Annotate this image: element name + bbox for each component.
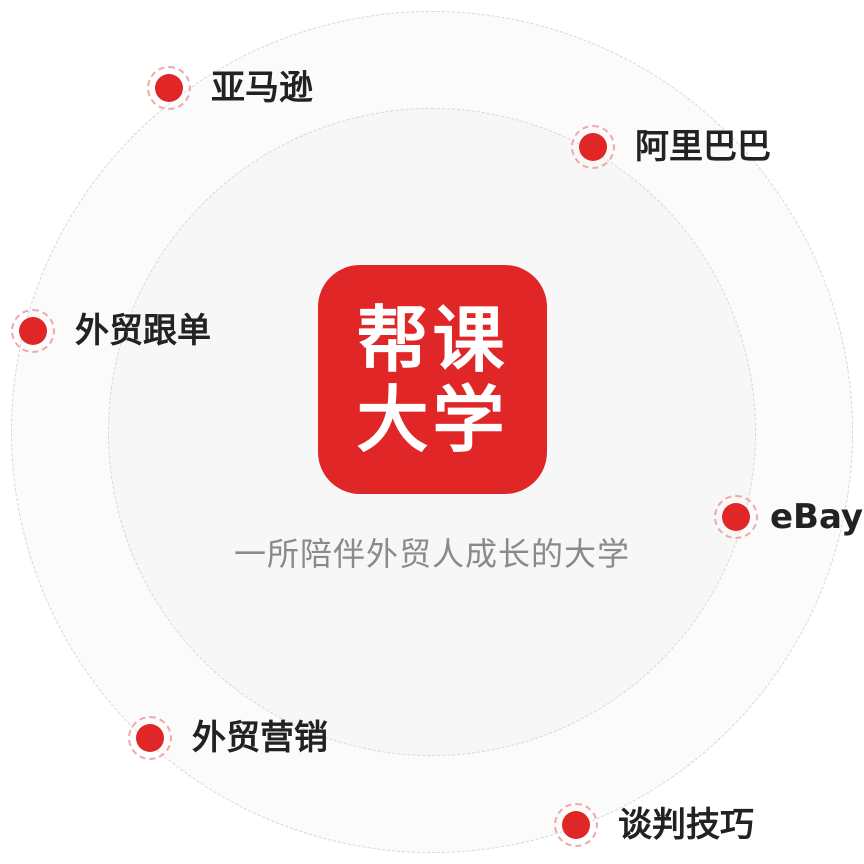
topic-label: eBay (770, 497, 864, 537)
dot-icon (554, 803, 598, 847)
topic-label: 阿里巴巴 (635, 127, 771, 167)
topic-label: 谈判技巧 (618, 805, 754, 845)
dot-icon (571, 125, 615, 169)
dot-icon (11, 309, 55, 353)
topic-node-negotiation-skills: 谈判技巧 (554, 803, 754, 847)
topic-node-trade-marketing: 外贸营销 (128, 716, 328, 760)
tagline: 一所陪伴外贸人成长的大学 (233, 535, 630, 573)
dot-icon (714, 495, 758, 539)
logo-text-line-1: 帮课 (356, 297, 509, 382)
logo-text-line-2: 大学 (356, 377, 509, 462)
topic-node-alibaba: 阿里巴巴 (571, 125, 771, 169)
topic-label: 亚马逊 (211, 68, 313, 108)
topic-label: 外贸营销 (192, 718, 328, 758)
dot-icon (128, 716, 172, 760)
topic-node-trade-follow-up: 外贸跟单 (11, 309, 211, 353)
orbit-diagram: 帮课 大学 一所陪伴外贸人成长的大学 亚马逊 阿里巴巴 外贸跟单 eBay 外贸… (0, 0, 864, 864)
app-logo: 帮课 大学 (318, 265, 547, 494)
topic-label: 外贸跟单 (75, 311, 211, 351)
topic-node-ebay: eBay (714, 495, 863, 539)
dot-icon (147, 66, 191, 110)
topic-node-amazon: 亚马逊 (147, 66, 313, 110)
